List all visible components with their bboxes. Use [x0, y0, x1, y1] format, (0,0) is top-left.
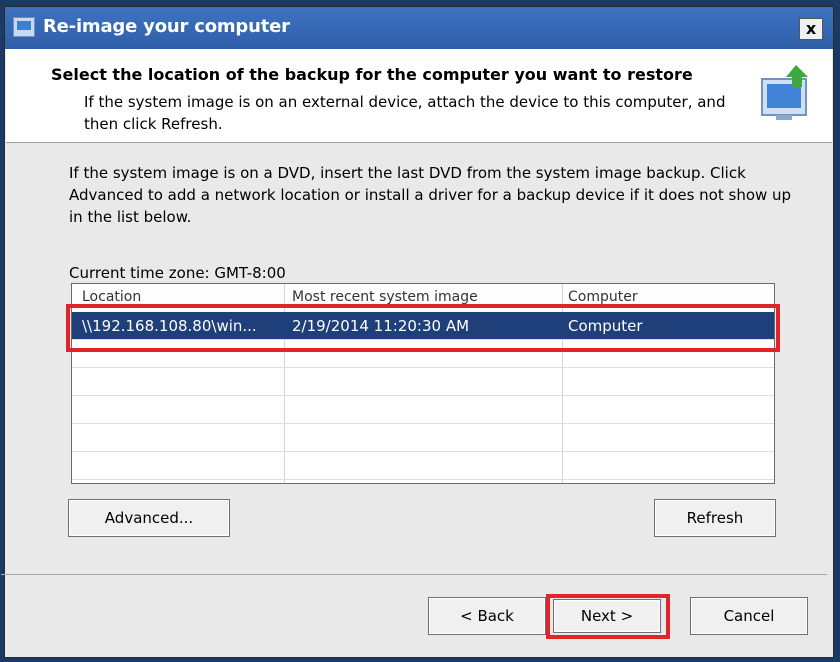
footer-divider	[1, 574, 827, 575]
page-description: If the system image is on an external de…	[84, 93, 726, 133]
back-button[interactable]: < Back	[428, 597, 546, 635]
column-header-location[interactable]: Location	[82, 284, 141, 305]
column-header-computer[interactable]: Computer	[568, 284, 638, 305]
empty-row	[72, 368, 774, 396]
page-title: Select the location of the backup for th…	[51, 65, 693, 84]
timezone-label: Current time zone: GMT-8:00	[69, 264, 286, 282]
instructions-text: If the system image is on a DVD, insert …	[69, 164, 792, 226]
close-button[interactable]: x	[799, 18, 823, 40]
backup-app-icon	[13, 17, 35, 37]
window-title: Re-image your computer	[43, 16, 290, 37]
next-button-highlight	[546, 594, 670, 639]
cancel-button[interactable]: Cancel	[690, 597, 808, 635]
column-header-recent-image[interactable]: Most recent system image	[292, 284, 478, 305]
title-bar: Re-image your computer x	[5, 7, 833, 49]
selected-row-highlight	[66, 304, 780, 352]
refresh-button[interactable]: Refresh	[654, 499, 776, 537]
empty-row	[72, 396, 774, 424]
table-header: Location Most recent system image Comput…	[72, 284, 774, 305]
empty-row	[72, 424, 774, 452]
empty-row	[72, 452, 774, 480]
advanced-button[interactable]: Advanced...	[68, 499, 230, 537]
computer-restore-icon	[761, 65, 808, 120]
header-panel: Select the location of the backup for th…	[6, 49, 832, 143]
